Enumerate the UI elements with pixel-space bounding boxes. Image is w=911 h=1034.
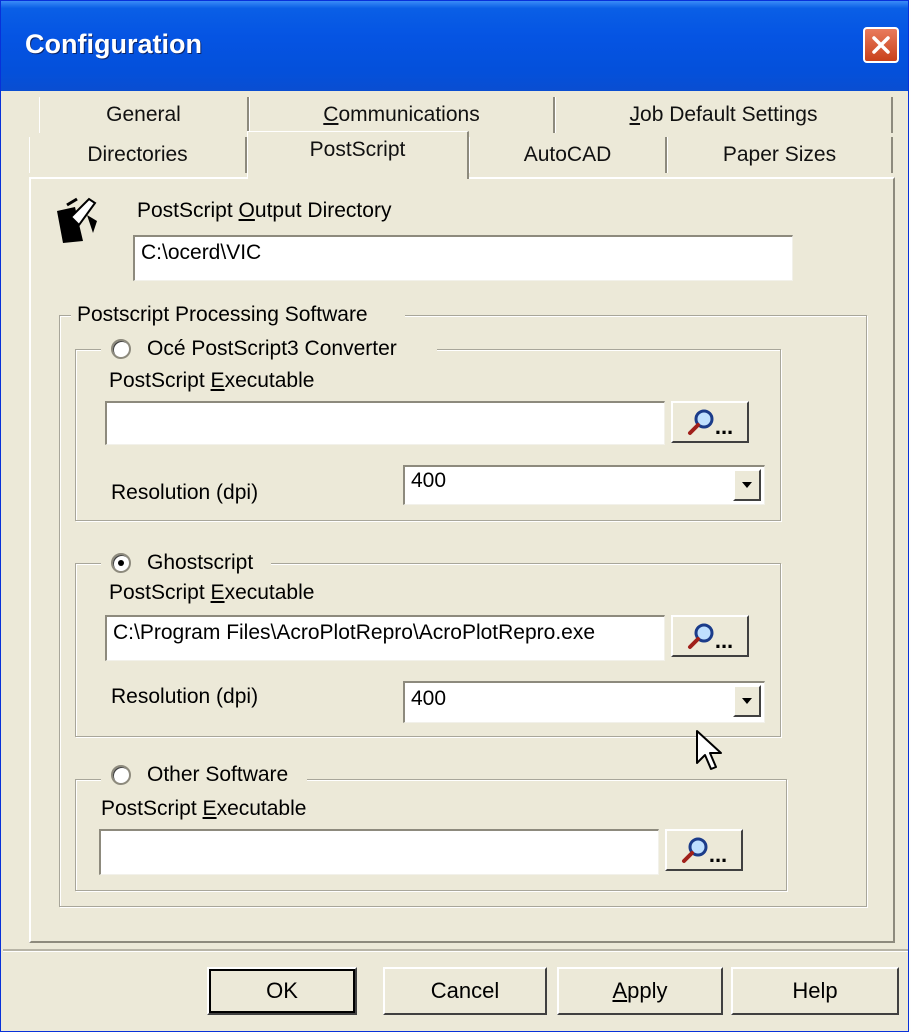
- magnifier-icon: [681, 837, 708, 863]
- tab-label: AutoCAD: [523, 143, 612, 166]
- apply-button[interactable]: Apply: [557, 967, 723, 1015]
- oce-resolution-label: Resolution (dpi): [111, 481, 259, 504]
- tab-label: PostScript: [309, 138, 406, 161]
- output-directory-label: PostScript Output Directory: [137, 199, 391, 223]
- magnifier-icon: [687, 623, 714, 649]
- mnemonic: E: [202, 797, 217, 820]
- footer-separator: [3, 949, 908, 952]
- mnemonic: E: [210, 369, 225, 392]
- oce-converter-radio[interactable]: [111, 339, 131, 359]
- tab-label: Paper Sizes: [722, 143, 837, 166]
- oce-executable-input[interactable]: [105, 401, 665, 445]
- ghostscript-executable-label: PostScript Executable: [109, 581, 314, 605]
- processing-software-label: Postscript Processing Software: [77, 303, 368, 326]
- close-icon: [872, 36, 890, 54]
- chevron-down-icon: [742, 698, 752, 704]
- button-label: OK: [266, 978, 298, 1003]
- ok-button[interactable]: OK: [207, 967, 357, 1015]
- oce-converter-label: Océ PostScript3 Converter: [147, 337, 397, 360]
- cancel-button[interactable]: Cancel: [383, 967, 547, 1015]
- other-executable-label: PostScript Executable: [101, 797, 306, 821]
- printer-pen-icon: [57, 197, 97, 243]
- tab-job-default-settings[interactable]: Job Default Settings: [555, 97, 893, 133]
- tab-postscript[interactable]: PostScript: [247, 131, 469, 179]
- oce-browse-button[interactable]: ...: [671, 401, 749, 443]
- chevron-down-icon: [742, 482, 752, 488]
- oce-resolution-dropdown-button[interactable]: [733, 469, 761, 501]
- button-label: Apply: [612, 978, 668, 1003]
- tab-paper-sizes[interactable]: Paper Sizes: [667, 137, 893, 173]
- mnemonic: E: [210, 581, 225, 604]
- label-text: PostScript: [137, 199, 239, 222]
- ghostscript-resolution-dropdown-button[interactable]: [733, 685, 761, 717]
- tab-label: Communications: [323, 103, 480, 126]
- mnemonic: O: [238, 199, 255, 222]
- oce-resolution-select[interactable]: 400: [403, 465, 765, 505]
- other-executable-input[interactable]: [99, 829, 659, 875]
- label-text: utput Directory: [254, 199, 392, 222]
- tab-general[interactable]: General: [39, 97, 249, 133]
- ghostscript-executable-input[interactable]: C:\Program Files\AcroPlotRepro\AcroPlotR…: [105, 615, 665, 661]
- ghostscript-resolution-label: Resolution (dpi): [111, 685, 259, 708]
- button-label: Cancel: [430, 978, 500, 1003]
- browse-ellipsis: ...: [714, 414, 734, 439]
- label-text: xecutable: [224, 369, 315, 392]
- button-label: Help: [792, 978, 838, 1003]
- ghostscript-radio[interactable]: [111, 553, 131, 573]
- label-text: PostScript: [109, 581, 211, 604]
- configuration-dialog: Configuration General Communications Job…: [0, 0, 909, 1032]
- tab-label: Directories: [87, 143, 188, 166]
- label-text: PostScript: [101, 797, 203, 820]
- help-button[interactable]: Help: [731, 967, 899, 1015]
- ghostscript-browse-button[interactable]: ...: [671, 615, 749, 657]
- tab-directories[interactable]: Directories: [29, 137, 247, 173]
- tab-label: Job Default Settings: [629, 103, 818, 126]
- other-browse-button[interactable]: ...: [665, 829, 743, 871]
- label-text: xecutable: [216, 797, 307, 820]
- other-software-radio[interactable]: [111, 765, 131, 785]
- browse-ellipsis: ...: [708, 842, 728, 867]
- close-button[interactable]: [863, 27, 899, 63]
- ghostscript-resolution-select[interactable]: 400: [403, 681, 765, 723]
- oce-executable-label: PostScript Executable: [109, 369, 314, 393]
- window-title: Configuration: [25, 29, 202, 59]
- other-software-label: Other Software: [147, 763, 289, 786]
- label-text: xecutable: [224, 581, 315, 604]
- ghostscript-label: Ghostscript: [147, 551, 254, 574]
- browse-ellipsis: ...: [714, 628, 734, 653]
- magnifier-icon: [687, 409, 714, 435]
- title-bar[interactable]: Configuration: [1, 1, 908, 91]
- tab-label: General: [106, 103, 181, 126]
- tab-autocad[interactable]: AutoCAD: [469, 137, 667, 173]
- mouse-cursor-icon: [696, 730, 722, 770]
- tab-communications[interactable]: Communications: [249, 97, 555, 133]
- output-directory-input[interactable]: C:\ocerd\VIC: [133, 235, 793, 281]
- label-text: PostScript: [109, 369, 211, 392]
